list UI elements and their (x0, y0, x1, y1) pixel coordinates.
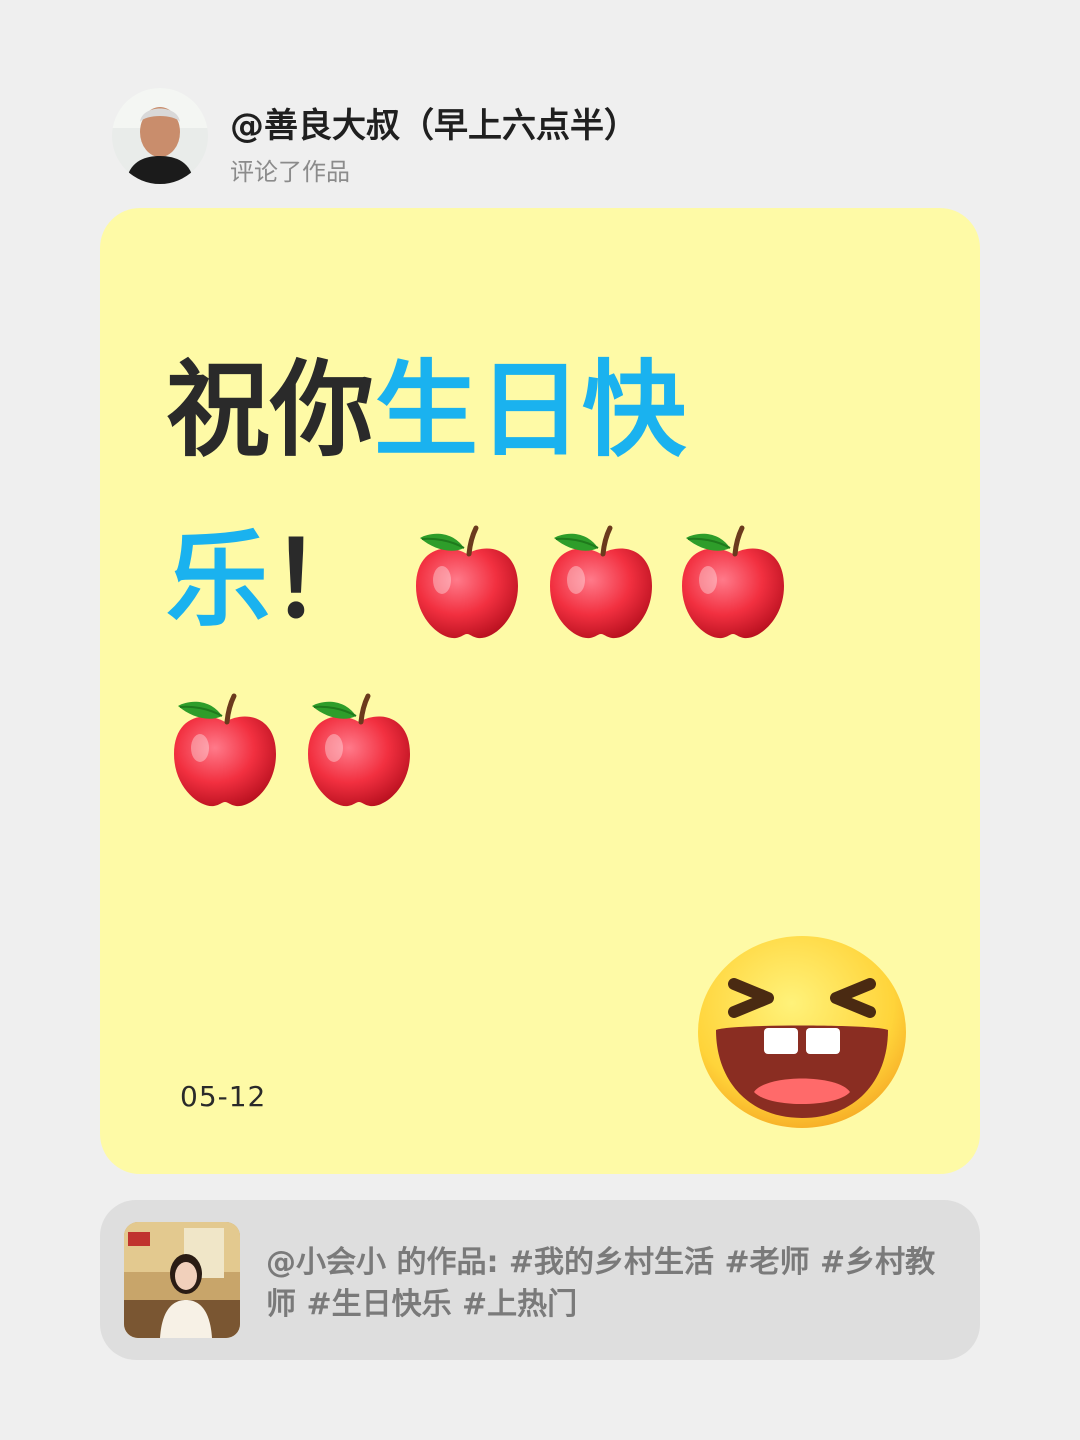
apple-emoji (546, 524, 656, 642)
referenced-work-card[interactable]: @小会小 的作品: #我的乡村生活 #老师 #乡村教师 #生日快乐 #上热门 (100, 1200, 980, 1360)
apple-emoji (304, 692, 414, 810)
comment-card: 祝你生日快 乐！ 05-12 (100, 208, 980, 1174)
apple-emoji (170, 692, 280, 810)
apple-emoji (412, 524, 522, 642)
comment-header: @善良大叔（早上六点半） 评论了作品 (112, 88, 972, 188)
message-part: 祝你 (166, 349, 375, 471)
message-part: 生日快 (374, 349, 687, 471)
laughing-face-emoji (698, 936, 906, 1128)
commenter-username[interactable]: @善良大叔（早上六点半） (230, 98, 638, 147)
referenced-work-description[interactable]: @小会小 的作品: #我的乡村生活 #老师 #乡村教师 #生日快乐 #上热门 (266, 1242, 956, 1326)
comment-message-line-2: 乐！ (166, 528, 374, 632)
comment-message-line-1: 祝你生日快 (166, 358, 686, 462)
comment-date: 05-12 (180, 1080, 267, 1113)
message-part: ！ (270, 519, 375, 641)
commenter-avatar[interactable] (112, 88, 208, 184)
apple-emoji (678, 524, 788, 642)
message-part: 乐 (166, 519, 271, 641)
work-thumbnail[interactable] (124, 1222, 240, 1338)
comment-action-text: 评论了作品 (230, 158, 350, 186)
